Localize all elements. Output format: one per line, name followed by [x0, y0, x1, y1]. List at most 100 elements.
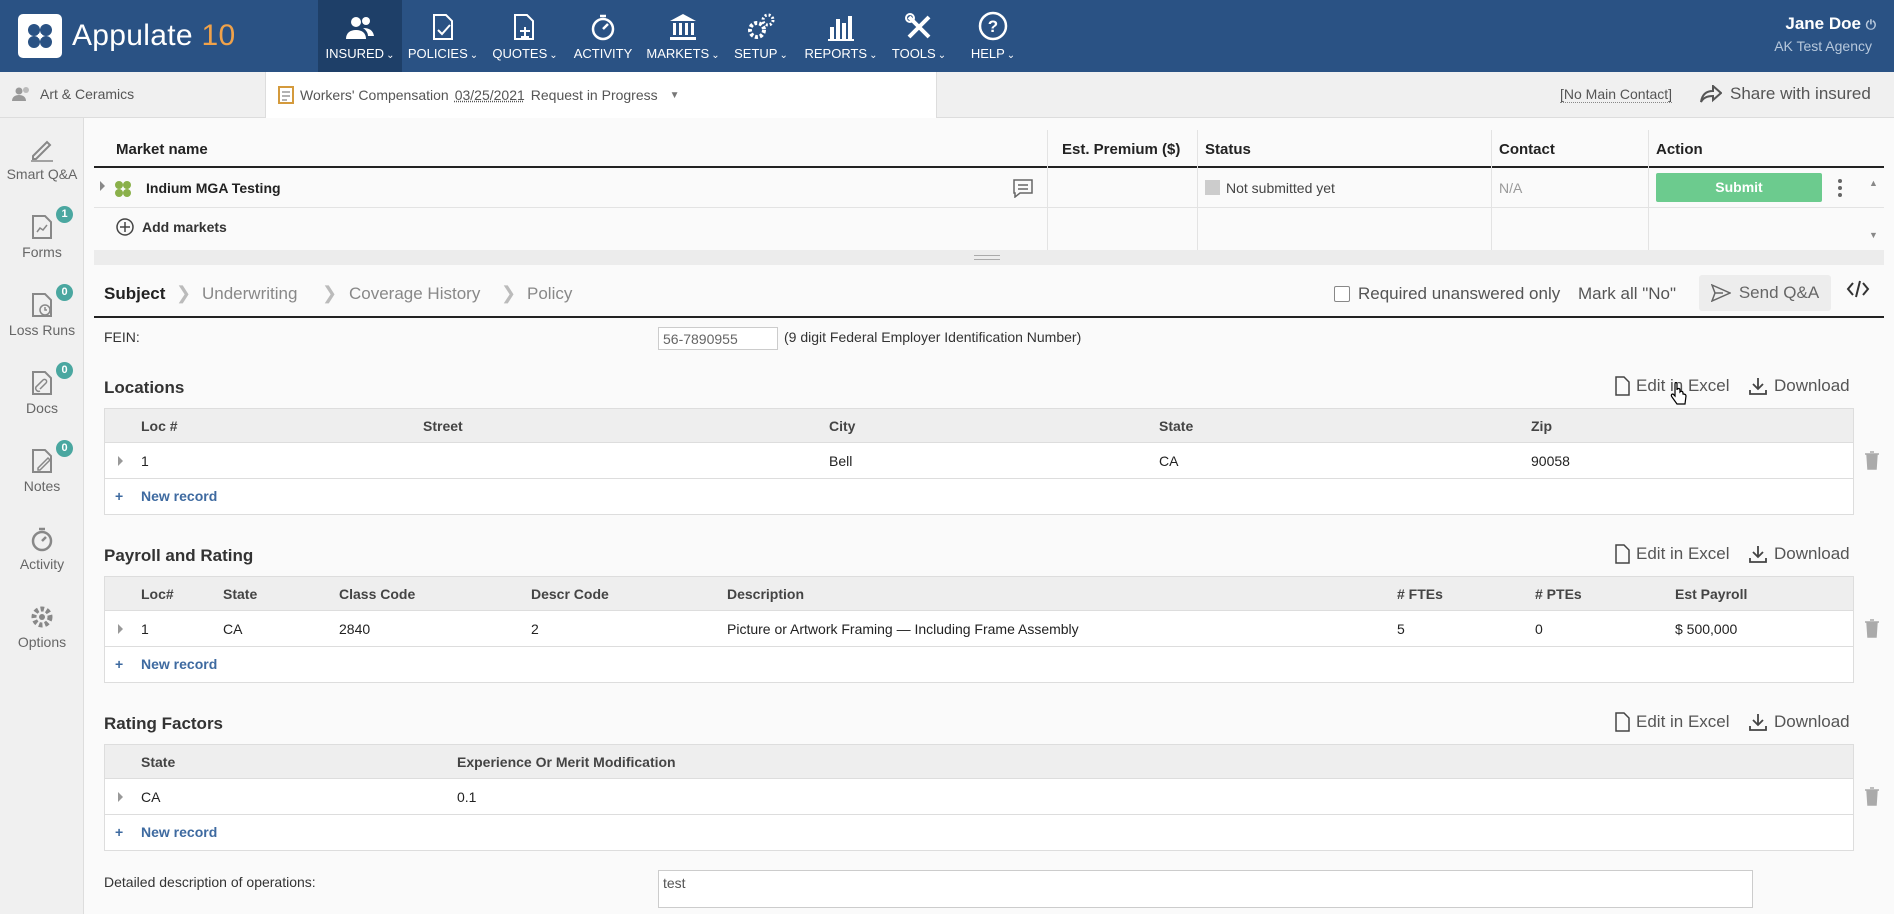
payroll-download-button[interactable]: Download: [1748, 544, 1850, 564]
cell-city: Bell: [829, 453, 853, 469]
col-state[interactable]: State: [141, 754, 175, 770]
payroll-edit-excel-button[interactable]: Edit in Excel: [1614, 544, 1730, 564]
nav-setup[interactable]: SETUP ⌄: [730, 0, 792, 72]
sidebar-item-loss-runs[interactable]: 0 Loss Runs: [0, 284, 84, 338]
cell-description: Picture or Artwork Framing — Including F…: [727, 621, 1079, 637]
sidebar-item-docs[interactable]: 0 Docs: [0, 362, 84, 416]
table-row[interactable]: 1 CA 2840 2 Picture or Artwork Framing —…: [105, 611, 1853, 647]
new-record-label: New record: [141, 488, 218, 504]
trash-icon[interactable]: [1864, 786, 1880, 806]
send-qa-button[interactable]: Send Q&A: [1699, 275, 1831, 311]
comment-icon[interactable]: [1012, 178, 1034, 198]
col-zip[interactable]: Zip: [1531, 418, 1552, 434]
panel-splitter[interactable]: [94, 250, 1884, 265]
expand-row-icon[interactable]: [118, 624, 123, 634]
fein-input[interactable]: [658, 327, 778, 350]
share-with-insured-button[interactable]: Share with insured: [1700, 84, 1871, 104]
caret-down-icon[interactable]: ▼: [670, 90, 680, 101]
rating-download-button[interactable]: Download: [1748, 712, 1850, 732]
mark-all-no-button[interactable]: Mark all "No": [1578, 284, 1676, 304]
tab-coverage-history[interactable]: Coverage History: [349, 284, 480, 304]
submit-button[interactable]: Submit: [1656, 173, 1822, 202]
col-experience-mod[interactable]: Experience Or Merit Modification: [457, 754, 676, 770]
nav-markets[interactable]: MARKETS ⌄: [640, 0, 726, 72]
user-menu[interactable]: Jane Doe ⏻ AK Test Agency: [1774, 14, 1876, 54]
bank-icon: [670, 14, 696, 40]
expand-icon[interactable]: [100, 181, 105, 191]
market-name[interactable]: Indium MGA Testing: [146, 180, 281, 196]
required-only-checkbox[interactable]: [1334, 286, 1350, 302]
col-loc[interactable]: Loc #: [141, 418, 178, 434]
power-icon[interactable]: ⏻: [1866, 17, 1876, 32]
tab-underwriting[interactable]: Underwriting: [202, 284, 297, 304]
tab-policy[interactable]: Policy: [527, 284, 572, 304]
payroll-new-record-button[interactable]: + New record: [105, 647, 1853, 682]
insured-selector[interactable]: Art & Ceramics: [12, 86, 134, 102]
trash-icon[interactable]: [1864, 618, 1880, 638]
locations-title: Locations: [104, 378, 185, 397]
download-icon: [1749, 714, 1767, 731]
policy-selector[interactable]: Workers' Compensation 03/25/2021 Request…: [265, 72, 937, 118]
main-contact-link[interactable]: [No Main Contact]: [1560, 86, 1673, 103]
expand-row-icon[interactable]: [118, 456, 123, 466]
kebab-menu-icon[interactable]: [1837, 178, 1843, 198]
nav-label: QUOTES: [492, 46, 548, 61]
operations-textarea[interactable]: test: [658, 870, 1753, 908]
nav-insured[interactable]: INSURED ⌄: [318, 0, 402, 72]
col-loc[interactable]: Loc#: [141, 586, 174, 602]
scroll-down-arrow[interactable]: ▼: [1869, 230, 1878, 240]
col-description[interactable]: Description: [727, 586, 804, 602]
rating-edit-excel-button[interactable]: Edit in Excel: [1614, 712, 1730, 732]
app-logo[interactable]: Appulate 10: [18, 14, 235, 58]
bar-chart-icon: [828, 16, 854, 41]
stopwatch-icon: [591, 14, 615, 41]
user-name: Jane Doe: [1785, 14, 1861, 33]
trash-icon[interactable]: [1864, 450, 1880, 470]
add-markets-row: Add markets: [94, 208, 1884, 248]
required-only-toggle[interactable]: Required unanswered only: [1334, 284, 1560, 304]
col-status[interactable]: Status: [1205, 141, 1251, 158]
col-street[interactable]: Street: [423, 418, 463, 434]
code-view-icon[interactable]: [1846, 279, 1870, 299]
sidebar-item-forms[interactable]: 1 Forms: [0, 206, 84, 260]
forms-icon: [32, 215, 52, 239]
nav-help[interactable]: ? HELP ⌄: [960, 0, 1026, 72]
nav-activity[interactable]: ACTIVITY: [570, 0, 636, 72]
cell-descr-code: 2: [531, 621, 539, 637]
col-city[interactable]: City: [829, 418, 855, 434]
sidebar-item-smart-qa[interactable]: Smart Q&A: [0, 136, 84, 182]
nav-tools[interactable]: TOOLS ⌄: [886, 0, 952, 72]
scroll-up-arrow[interactable]: ▲: [1869, 178, 1878, 188]
nav-policies[interactable]: POLICIES ⌄: [405, 0, 481, 72]
col-ptes[interactable]: # PTEs: [1535, 586, 1582, 602]
nav-quotes[interactable]: QUOTES ⌄: [490, 0, 560, 72]
context-bar: Art & Ceramics Workers' Compensation 03/…: [0, 72, 1894, 118]
sidebar-label: Activity: [19, 556, 65, 572]
col-ftes[interactable]: # FTEs: [1397, 586, 1443, 602]
col-class-code[interactable]: Class Code: [339, 586, 415, 602]
table-row[interactable]: 1 Bell CA 90058: [105, 443, 1853, 479]
sidebar-item-activity[interactable]: Activity: [0, 526, 84, 572]
col-est-premium[interactable]: Est. Premium ($): [1062, 141, 1180, 158]
col-state[interactable]: State: [1159, 418, 1193, 434]
locations-new-record-button[interactable]: + New record: [105, 479, 1853, 514]
sidebar-item-options[interactable]: Options: [0, 604, 84, 650]
col-state[interactable]: State: [223, 586, 257, 602]
policy-type: Workers' Compensation: [300, 87, 449, 103]
expand-row-icon[interactable]: [118, 792, 123, 802]
locations-download-button[interactable]: Download: [1748, 376, 1850, 396]
table-row[interactable]: CA 0.1: [105, 779, 1853, 815]
col-descr-code[interactable]: Descr Code: [531, 586, 609, 602]
add-markets-label: Add markets: [142, 219, 227, 235]
col-market-name[interactable]: Market name: [116, 141, 208, 158]
nav-reports[interactable]: REPORTS ⌄: [800, 0, 882, 72]
rating-new-record-button[interactable]: + New record: [105, 815, 1853, 850]
sidebar-item-notes[interactable]: 0 Notes: [0, 440, 84, 494]
col-action[interactable]: Action: [1656, 141, 1703, 158]
col-est-payroll[interactable]: Est Payroll: [1675, 586, 1747, 602]
col-contact[interactable]: Contact: [1499, 141, 1555, 158]
add-markets-button[interactable]: Add markets: [116, 218, 227, 236]
share-label: Share with insured: [1730, 84, 1871, 103]
tab-subject[interactable]: Subject: [104, 284, 165, 304]
forms-count-badge: 1: [56, 206, 73, 223]
